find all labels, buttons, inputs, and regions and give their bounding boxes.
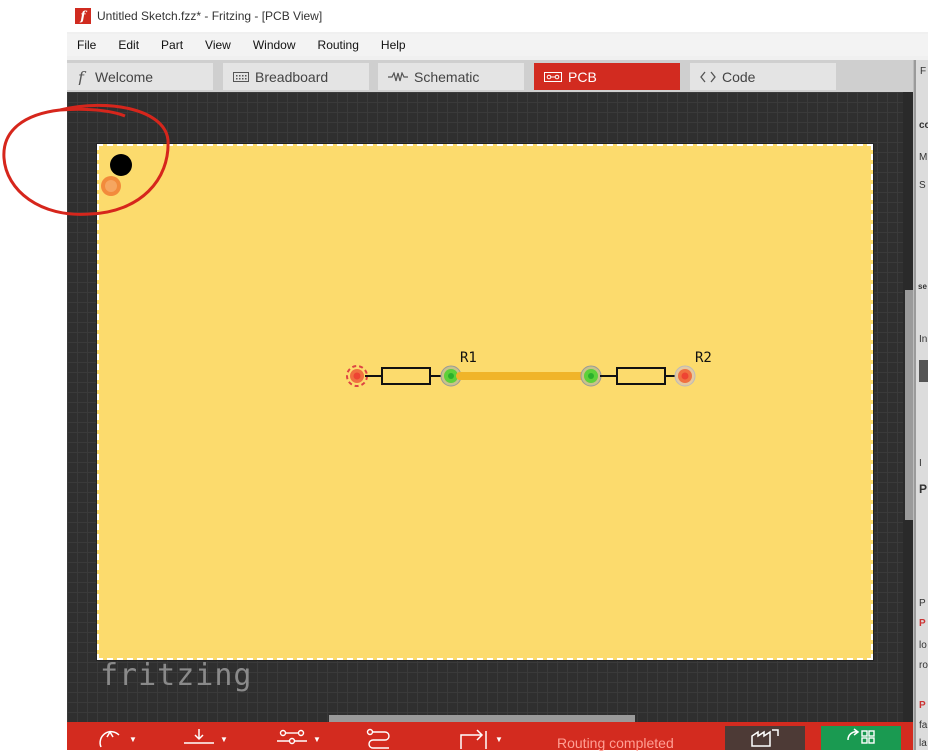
dock-splitter[interactable] bbox=[914, 60, 916, 750]
menu-help[interactable]: Help bbox=[370, 38, 417, 52]
autoroute-button[interactable]: ▼ bbox=[182, 727, 228, 752]
r2-pad-2-hole bbox=[681, 372, 689, 380]
menu-routing[interactable]: Routing bbox=[307, 38, 370, 52]
dock-fragment: fa bbox=[919, 720, 928, 731]
chevron-down-icon: ▼ bbox=[129, 735, 137, 744]
tab-schematic[interactable]: Schematic bbox=[378, 63, 524, 90]
r1-body bbox=[381, 367, 431, 385]
fritzing-watermark: fritzing bbox=[100, 658, 253, 693]
pcb-icon bbox=[544, 71, 562, 82]
chevron-down-icon: ▼ bbox=[495, 735, 503, 744]
dock-fragment: M bbox=[919, 152, 928, 163]
routing-status: Routing completed bbox=[557, 735, 674, 751]
order-pcb-icon bbox=[844, 726, 878, 750]
r2-pad-1-hole bbox=[588, 373, 594, 379]
tab-breadboard-label: Breadboard bbox=[255, 68, 329, 85]
dock-fragment: P bbox=[919, 700, 926, 711]
dock-fragment: P bbox=[919, 482, 928, 496]
rotate-icon bbox=[95, 727, 125, 756]
r2-label: R2 bbox=[695, 350, 712, 366]
pcb-parts-layer: R1 R2 bbox=[101, 154, 712, 387]
resistor-r1[interactable]: R1 bbox=[346, 350, 477, 387]
tab-schematic-label: Schematic bbox=[414, 68, 480, 85]
dock-fragment: In bbox=[919, 334, 928, 345]
chevron-down-icon: ▼ bbox=[220, 735, 228, 744]
dock-fragment: P bbox=[919, 598, 926, 609]
tab-pcb[interactable]: PCB bbox=[534, 63, 680, 90]
dock-fragment: S bbox=[919, 180, 926, 191]
dock-fragment: P bbox=[919, 618, 926, 629]
annotation-circle bbox=[2, 103, 170, 216]
vertical-scrollbar-thumb[interactable] bbox=[905, 290, 913, 520]
export-for-production-icon bbox=[748, 726, 782, 750]
export-for-production-button[interactable] bbox=[725, 726, 805, 750]
fritzing-f-icon: f bbox=[77, 69, 89, 85]
chevron-down-icon: ▼ bbox=[313, 735, 321, 744]
r1-pad-1-hole bbox=[353, 372, 361, 380]
dock-fragment: la bbox=[919, 738, 927, 749]
dock-fragment: ro bbox=[919, 660, 928, 671]
tab-breadboard[interactable]: Breadboard bbox=[223, 63, 369, 90]
view-tab-bar: f Welcome Breadboard Schematic PCB Code bbox=[67, 60, 928, 92]
menu-file[interactable]: File bbox=[67, 38, 107, 52]
fritzing-app-icon: f bbox=[75, 8, 91, 24]
r2-body bbox=[616, 367, 666, 385]
tab-welcome-label: Welcome bbox=[95, 68, 154, 85]
autoroute-down-icon bbox=[182, 727, 216, 752]
window-title: Untitled Sketch.fzz* - Fritzing - [PCB V… bbox=[97, 9, 323, 23]
dock-fragment: co bbox=[919, 120, 928, 131]
tab-welcome[interactable]: f Welcome bbox=[67, 63, 213, 90]
bottom-toolbar: ▼ ▼ ▼ ▼ Routing completed bbox=[67, 722, 913, 752]
title-bar: f Untitled Sketch.fzz* - Fritzing - [PCB… bbox=[67, 0, 928, 32]
dock-part-icon[interactable] bbox=[919, 360, 928, 382]
r1-label: R1 bbox=[460, 350, 477, 366]
dock-fragment: F bbox=[920, 66, 927, 77]
r1-pad-2-hole bbox=[448, 373, 454, 379]
breadboard-icon bbox=[233, 71, 249, 82]
dock-fragment: I bbox=[919, 458, 922, 469]
code-brackets-icon bbox=[700, 71, 716, 83]
rotate-button[interactable]: ▼ bbox=[95, 727, 137, 756]
app-window: f Untitled Sketch.fzz* - Fritzing - [PCB… bbox=[67, 0, 928, 752]
dock-fragment: lo bbox=[919, 640, 927, 651]
resistor-symbol-icon bbox=[388, 71, 408, 82]
menu-part[interactable]: Part bbox=[150, 38, 194, 52]
svg-text:f: f bbox=[77, 69, 87, 85]
resistor-r2[interactable]: R2 bbox=[580, 350, 712, 387]
menu-window[interactable]: Window bbox=[242, 38, 307, 52]
menu-view[interactable]: View bbox=[194, 38, 242, 52]
menu-bar: File Edit Part View Window Routing Help bbox=[67, 34, 928, 56]
menu-edit[interactable]: Edit bbox=[107, 38, 150, 52]
dock-fragment: se bbox=[918, 282, 927, 291]
pcb-canvas[interactable]: R1 R2 fritzing bbox=[67, 92, 913, 722]
right-dock-panel: F co M S se In I P P P lo ro P fa la bbox=[913, 60, 928, 750]
tab-pcb-label: PCB bbox=[568, 68, 597, 85]
tab-code[interactable]: Code bbox=[690, 63, 836, 90]
tab-code-label: Code bbox=[722, 68, 756, 85]
order-pcb-button[interactable] bbox=[821, 726, 901, 750]
